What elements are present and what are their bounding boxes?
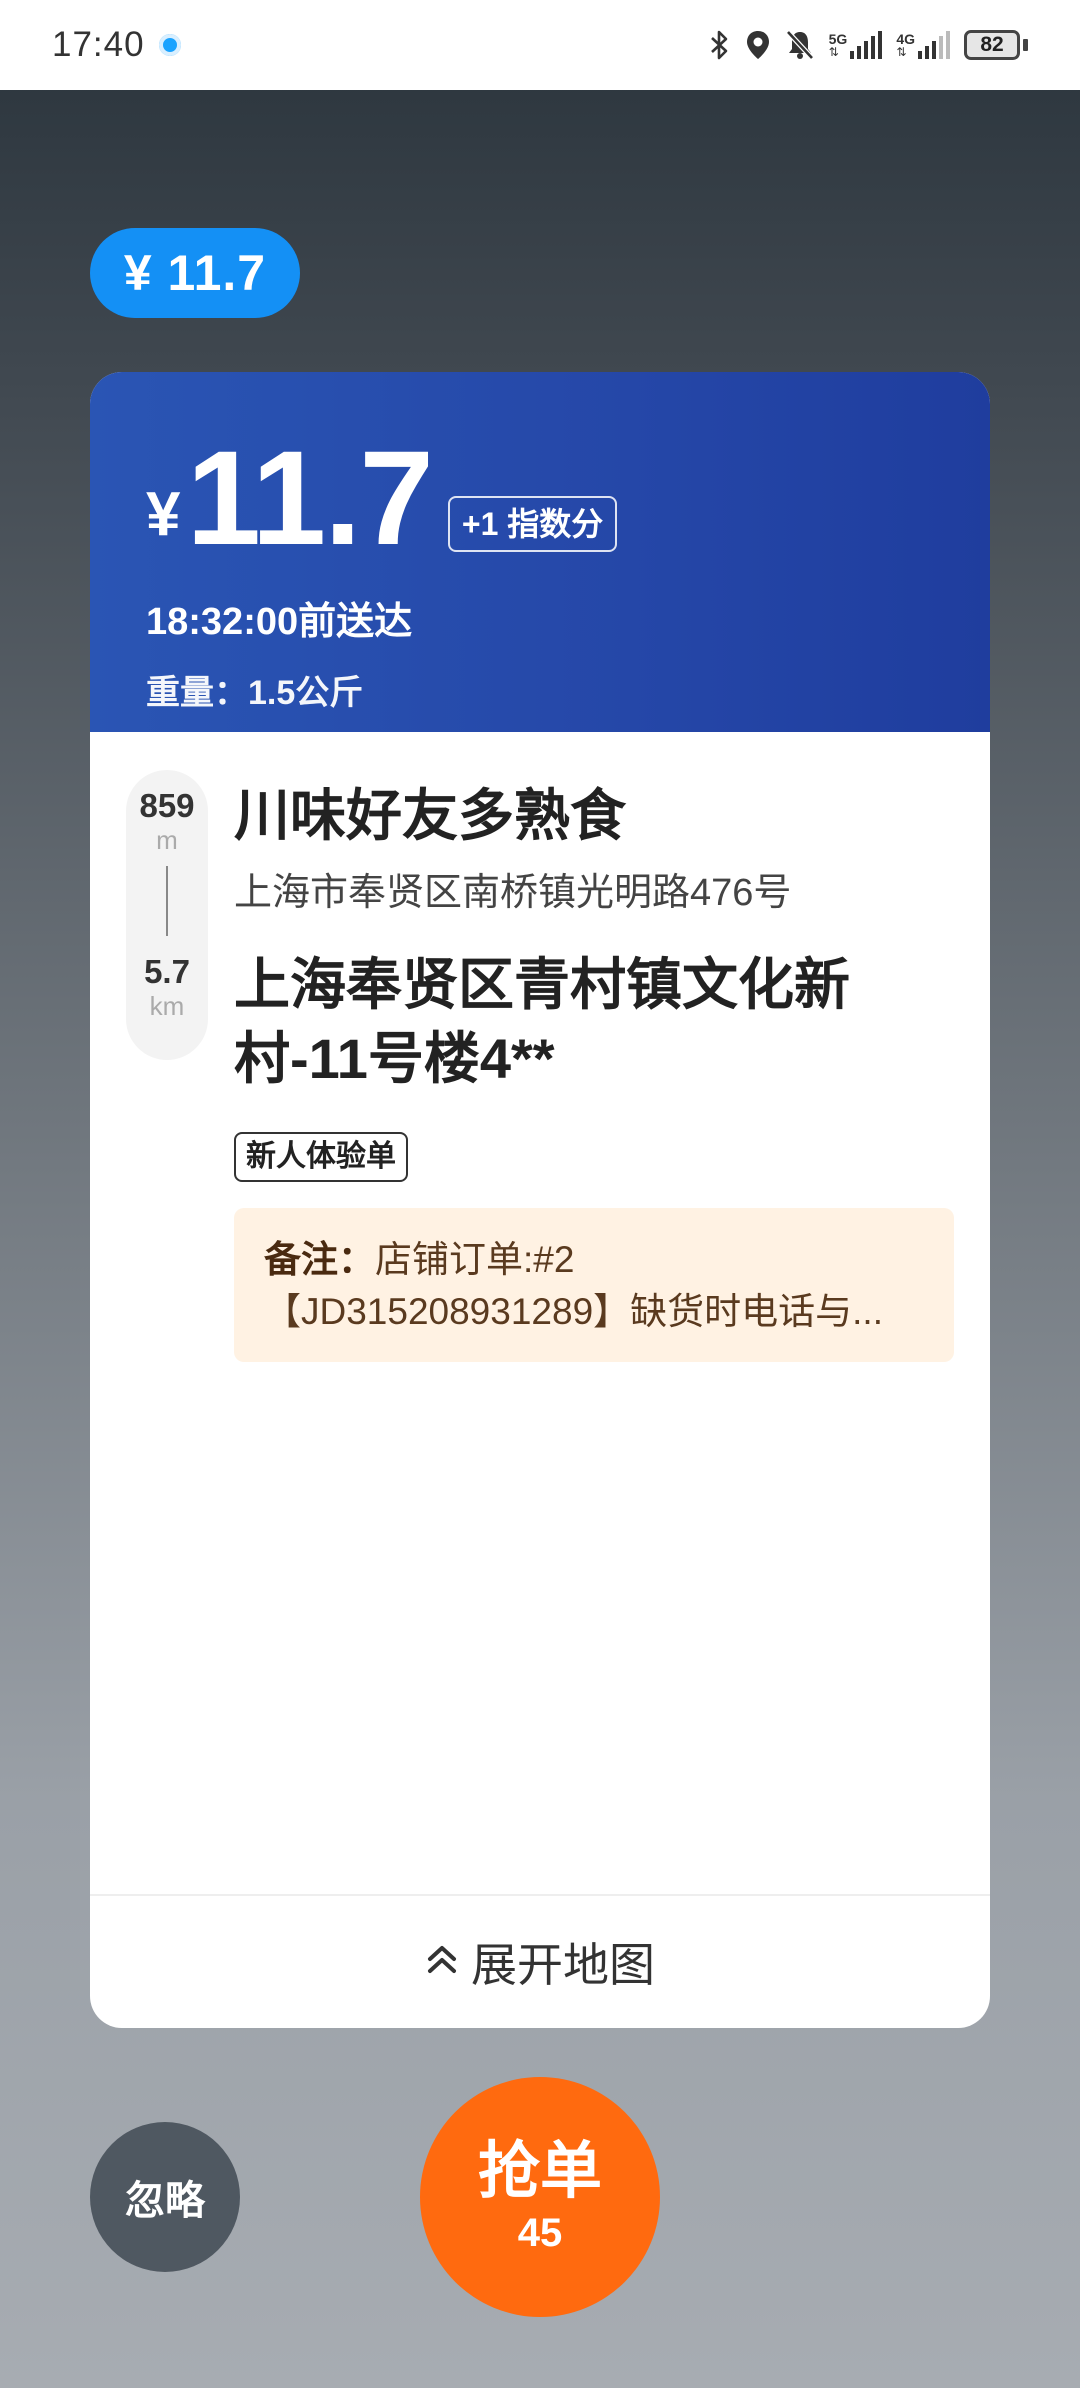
net-5g-label: 5G xyxy=(828,31,848,47)
chevron-up-double-icon xyxy=(425,1935,459,1989)
ignore-label: 忽略 xyxy=(125,2179,205,2223)
note-text-line2: 【JD315208931289】缺货时电话与... xyxy=(264,1290,883,1332)
bonus-badge: +1 指数分 xyxy=(447,496,618,552)
signal-5g-icon: 5G ⇅ xyxy=(829,31,883,59)
expand-map-button[interactable]: 展开地图 xyxy=(90,1894,990,2028)
net-4g-label: 4G xyxy=(896,31,915,47)
shop-address: 上海市奉贤区南桥镇光明路476号 xyxy=(234,872,792,915)
location-icon xyxy=(745,29,771,61)
status-icons: 5G ⇅ 4G ⇅ 82 xyxy=(709,29,1028,61)
grab-order-button[interactable]: 抢单 45 xyxy=(420,2077,660,2317)
signal-4g-icon: 4G ⇅ xyxy=(896,31,950,59)
delivery-distance-unit: km xyxy=(149,991,185,1022)
new-user-tag: 新人体验单 xyxy=(234,1132,408,1182)
expand-map-label: 展开地图 xyxy=(471,1939,655,1991)
order-card: ¥ 11.7 +1 指数分 18:32:00前送达 重量：1.5公斤 859 m… xyxy=(90,372,990,2028)
note-text-line1: 店铺订单:#2 xyxy=(375,1239,575,1280)
price-pill: ¥ 11.7 xyxy=(90,228,300,318)
battery-level: 82 xyxy=(964,30,1020,60)
note-label: 备注： xyxy=(264,1239,375,1280)
delivery-distance: 5.7 xyxy=(144,953,190,991)
order-header: ¥ 11.7 +1 指数分 18:32:00前送达 重量：1.5公斤 xyxy=(90,372,990,732)
notification-dot-icon xyxy=(158,34,181,56)
delivery-deadline: 18:32:00前送达 xyxy=(146,601,413,643)
ignore-button[interactable]: 忽略 xyxy=(90,2122,240,2272)
shop-name: 川味好友多熟食 xyxy=(234,784,626,847)
grab-countdown: 45 xyxy=(517,2210,563,2255)
route-line xyxy=(166,866,168,937)
pickup-distance-unit: m xyxy=(156,825,178,856)
status-time: 17:40 xyxy=(52,25,145,64)
status-bar: 17:40 5G ⇅ 4G ⇅ 82 xyxy=(0,0,1080,90)
order-details: 川味好友多熟食 上海市奉贤区南桥镇光明路476号 上海奉贤区青村镇文化新村-11… xyxy=(234,782,964,1362)
mute-icon xyxy=(785,29,815,61)
pickup-distance: 859 xyxy=(139,787,195,824)
battery-icon: 82 xyxy=(964,30,1028,60)
order-weight: 重量：1.5公斤 xyxy=(146,674,364,712)
grab-order-label: 抢单 xyxy=(477,2137,602,2207)
currency-symbol: ¥ xyxy=(146,480,181,549)
bluetooth-icon xyxy=(709,29,731,61)
route-distance-indicator: 859 m 5.7 km xyxy=(126,770,208,1060)
price-row: ¥ 11.7 +1 指数分 xyxy=(146,432,990,566)
order-note: 备注：店铺订单:#2 【JD315208931289】缺货时电话与... xyxy=(234,1208,954,1362)
order-price: 11.7 xyxy=(186,424,433,573)
delivery-address: 上海奉贤区青村镇文化新村-11号楼4** xyxy=(234,953,850,1091)
